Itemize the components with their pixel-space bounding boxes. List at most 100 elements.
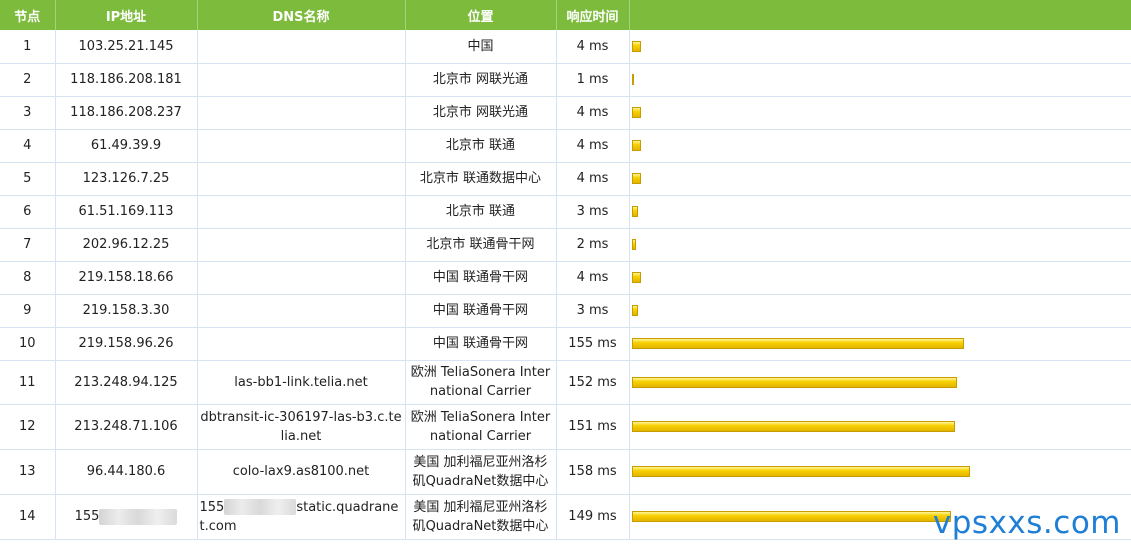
dns-name	[197, 261, 406, 295]
response-time: 149 ms	[556, 494, 630, 540]
response-time: 4 ms	[556, 162, 630, 196]
header-hop: 节点	[0, 0, 56, 30]
latency-bar	[631, 239, 636, 250]
latency-bar	[631, 272, 641, 283]
hop-number: 4	[0, 129, 56, 163]
location: 北京市 网联光通	[405, 63, 557, 97]
latency-bar-cell	[629, 129, 1131, 163]
traceroute-table: 节点 IP地址 DNS名称 位置 响应时间 1 103.25.21.145 中国 4 …	[0, 0, 1131, 540]
response-time: 151 ms	[556, 404, 630, 450]
latency-bar	[631, 421, 955, 432]
table-row: 7 202.96.12.25 北京市 联通骨干网 2 ms	[0, 228, 1131, 262]
latency-bar	[631, 40, 641, 52]
table-row: 3 118.186.208.237 北京市 网联光通 4 ms	[0, 96, 1131, 130]
ip-address: 219.158.3.30	[55, 294, 198, 328]
table-row: 6 61.51.169.113 北京市 联通 3 ms	[0, 195, 1131, 229]
ip-address: 155	[55, 494, 198, 540]
redacted-dns-blur	[224, 499, 297, 515]
header-response-time: 响应时间	[556, 0, 630, 30]
latency-bar-cell	[629, 162, 1131, 196]
response-time: 4 ms	[556, 129, 630, 163]
latency-bar	[631, 338, 964, 349]
hop-number: 3	[0, 96, 56, 130]
latency-bar	[631, 206, 638, 217]
hop-number: 6	[0, 195, 56, 229]
location: 中国 联通骨干网	[405, 327, 557, 361]
dns-name: las-bb1-link.telia.net	[197, 360, 406, 405]
dns-name	[197, 63, 406, 97]
location: 北京市 联通	[405, 195, 557, 229]
hop-number: 14	[0, 494, 56, 540]
table-row: 12 213.248.71.106 dbtransit-ic-306197-las-…	[0, 404, 1131, 450]
location: 北京市 联通数据中心	[405, 162, 557, 196]
ip-address: 61.49.39.9	[55, 129, 198, 163]
ip-address: 96.44.180.6	[55, 449, 198, 495]
watermark: vpsxxs.com	[932, 505, 1121, 541]
hop-number: 10	[0, 327, 56, 361]
dns-name: dbtransit-ic-306197-las-b3.c.telia.net	[197, 404, 406, 450]
ip-address: 61.51.169.113	[55, 195, 198, 229]
latency-bar-cell	[629, 63, 1131, 97]
table-row: 4 61.49.39.9 北京市 联通 4 ms	[0, 129, 1131, 163]
latency-bar-cell	[629, 96, 1131, 130]
table-row: 8 219.158.18.66 中国 联通骨干网 4 ms	[0, 261, 1131, 295]
location: 北京市 联通	[405, 129, 557, 163]
hop-number: 12	[0, 404, 56, 450]
dns-name	[197, 30, 406, 64]
ip-prefix: 155	[74, 509, 100, 524]
dns-name	[197, 96, 406, 130]
hop-number: 9	[0, 294, 56, 328]
latency-bar	[631, 305, 638, 316]
latency-bar-cell	[629, 30, 1131, 64]
response-time: 4 ms	[556, 30, 630, 64]
response-time: 152 ms	[556, 360, 630, 405]
ip-address: 202.96.12.25	[55, 228, 198, 262]
response-time: 4 ms	[556, 96, 630, 130]
ip-address: 219.158.96.26	[55, 327, 198, 361]
table-row: 11 213.248.94.125 las-bb1-link.telia.net 欧洲…	[0, 360, 1131, 405]
location: 美国 加利福尼亚州洛杉矶QuadraNet数据中心	[405, 449, 557, 495]
table-row: 10 219.158.96.26 中国 联通骨干网 155 ms	[0, 327, 1131, 361]
response-time: 155 ms	[556, 327, 630, 361]
latency-bar	[631, 107, 641, 118]
header-bar	[629, 0, 1131, 30]
header-dns: DNS名称	[197, 0, 406, 30]
latency-bar-cell	[629, 449, 1131, 495]
table-row: 5 123.126.7.25 北京市 联通数据中心 4 ms	[0, 162, 1131, 196]
header-location: 位置	[405, 0, 557, 30]
latency-bar	[631, 466, 970, 477]
latency-bar	[631, 511, 951, 522]
ip-address: 118.186.208.237	[55, 96, 198, 130]
dns-name	[197, 228, 406, 262]
location: 北京市 网联光通	[405, 96, 557, 130]
hop-number: 5	[0, 162, 56, 196]
latency-bar	[631, 173, 641, 184]
ip-address: 118.186.208.181	[55, 63, 198, 97]
hop-number: 1	[0, 30, 56, 64]
location: 中国	[405, 30, 557, 64]
ip-address: 213.248.94.125	[55, 360, 198, 405]
location: 美国 加利福尼亚州洛杉矶QuadraNet数据中心	[405, 494, 557, 540]
latency-bar	[631, 376, 957, 388]
table-row: 2 118.186.208.181 北京市 网联光通 1 ms	[0, 63, 1131, 97]
dns-name	[197, 129, 406, 163]
hop-number: 13	[0, 449, 56, 495]
dns-name: 155 static.quadranet.com	[197, 494, 406, 540]
ip-address: 213.248.71.106	[55, 404, 198, 450]
dns-name	[197, 162, 406, 196]
hop-number: 8	[0, 261, 56, 295]
ip-address: 103.25.21.145	[55, 30, 198, 64]
header-ip: IP地址	[55, 0, 198, 30]
dns-name: colo-lax9.as8100.net	[197, 449, 406, 495]
latency-bar-cell	[629, 261, 1131, 295]
latency-bar	[631, 74, 634, 85]
latency-bar-cell	[629, 360, 1131, 405]
latency-bar	[631, 140, 641, 151]
location: 欧洲 TeliaSonera International Carrier	[405, 360, 557, 405]
location: 北京市 联通骨干网	[405, 228, 557, 262]
response-time: 3 ms	[556, 294, 630, 328]
latency-bar-cell	[629, 195, 1131, 229]
dns-name	[197, 195, 406, 229]
table-row: 1 103.25.21.145 中国 4 ms	[0, 30, 1131, 64]
table-header-row: 节点 IP地址 DNS名称 位置 响应时间	[0, 0, 1131, 30]
